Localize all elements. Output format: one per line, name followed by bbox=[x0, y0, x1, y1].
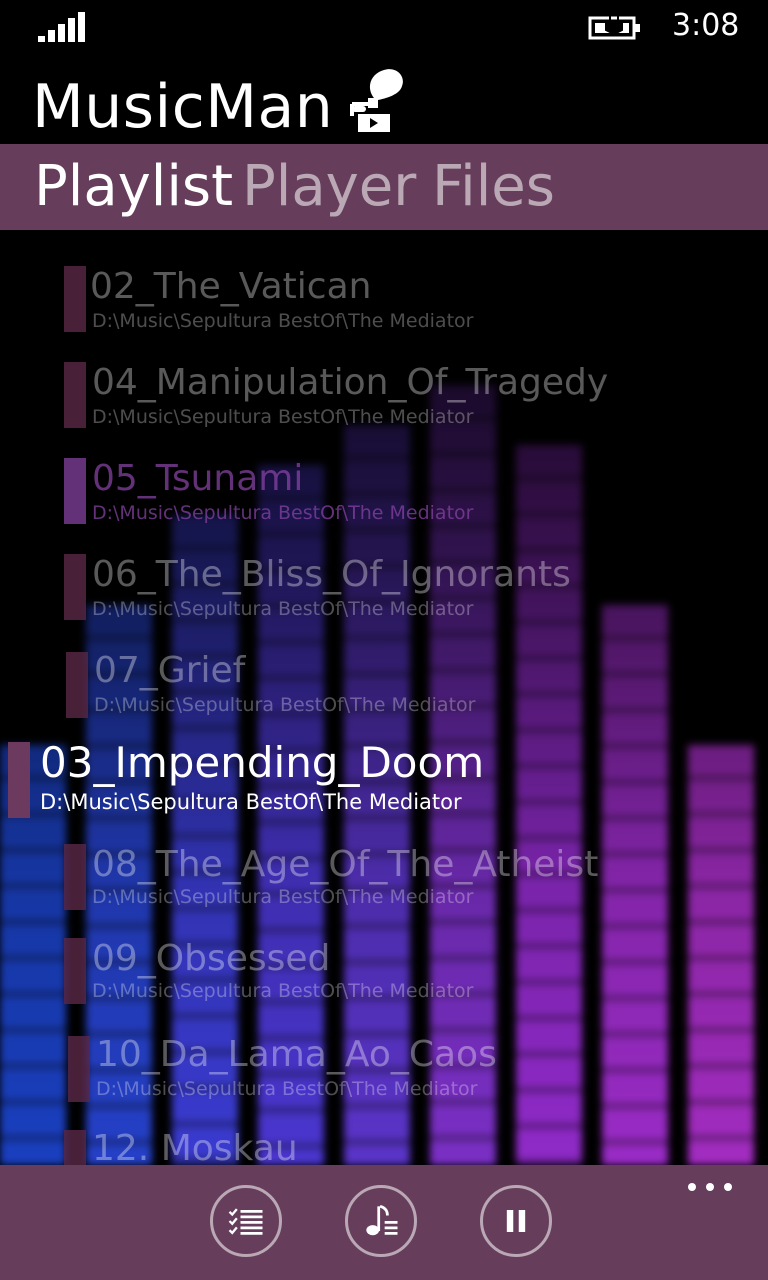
now-playing-button[interactable] bbox=[345, 1185, 417, 1257]
track-title: 07_Grief bbox=[94, 650, 246, 691]
track-marker bbox=[64, 1130, 86, 1165]
pause-icon bbox=[506, 1210, 526, 1232]
track-path: D:\Music\Sepultura BestOf\The Mediator bbox=[92, 406, 474, 428]
list-item[interactable]: 07_Grief D:\Music\Sepultura BestOf\The M… bbox=[0, 650, 768, 746]
pause-button[interactable] bbox=[480, 1185, 552, 1257]
track-path: D:\Music\Sepultura BestOf\The Mediator bbox=[40, 790, 462, 814]
status-bar: 3:08 bbox=[0, 0, 768, 56]
tab-playlist[interactable]: Playlist bbox=[34, 154, 233, 220]
list-item-current[interactable]: 03_Impending_Doom D:\Music\Sepultura Bes… bbox=[0, 738, 768, 838]
list-item[interactable]: 05_Tsunami D:\Music\Sepultura BestOf\The… bbox=[0, 458, 768, 554]
track-title: 05_Tsunami bbox=[92, 458, 304, 499]
track-path: D:\Music\Sepultura BestOf\The Mediator bbox=[92, 980, 474, 1002]
playlist: 02_The_Vatican D:\Music\Sepultura BestOf… bbox=[0, 230, 768, 1165]
track-marker bbox=[64, 266, 86, 332]
playlist-icon bbox=[228, 1208, 263, 1235]
track-path: D:\Music\Sepultura BestOf\The Mediator bbox=[96, 1078, 478, 1100]
track-path: D:\Music\Sepultura BestOf\The Mediator bbox=[92, 598, 474, 620]
list-item[interactable]: 08_The_Age_Of_The_Atheist D:\Music\Sepul… bbox=[0, 844, 768, 940]
track-title: 03_Impending_Doom bbox=[40, 738, 485, 787]
track-path: D:\Music\Sepultura BestOf\The Mediator bbox=[94, 694, 476, 716]
more-ellipsis-icon[interactable] bbox=[686, 1179, 734, 1195]
clock: 3:08 bbox=[672, 8, 740, 43]
battery-charging-icon bbox=[588, 16, 640, 40]
track-marker bbox=[64, 458, 86, 524]
app-title: MusicMan bbox=[32, 72, 334, 142]
track-marker bbox=[64, 938, 86, 1004]
current-track-marker bbox=[8, 742, 30, 818]
signal-strength-icon bbox=[38, 12, 85, 42]
pivot-header: Playlist Player Files bbox=[0, 144, 768, 230]
tab-player[interactable]: Player bbox=[242, 154, 416, 220]
track-title: 12. Moskau bbox=[92, 1128, 298, 1165]
track-title: 10_Da_Lama_Ao_Caos bbox=[96, 1034, 497, 1075]
track-marker bbox=[68, 1036, 90, 1102]
list-item[interactable]: 06_The_Bliss_Of_Ignorants D:\Music\Sepul… bbox=[0, 554, 768, 650]
application-bar bbox=[0, 1165, 768, 1280]
track-marker bbox=[64, 844, 86, 910]
track-path: D:\Music\Sepultura BestOf\The Mediator bbox=[92, 502, 474, 524]
music-note-list-icon bbox=[366, 1204, 398, 1236]
track-path: D:\Music\Sepultura BestOf\The Mediator bbox=[92, 310, 474, 332]
track-title: 04_Manipulation_Of_Tragedy bbox=[92, 362, 609, 403]
list-item[interactable]: 04_Manipulation_Of_Tragedy D:\Music\Sepu… bbox=[0, 362, 768, 458]
track-title: 09_Obsessed bbox=[92, 938, 331, 979]
track-marker bbox=[64, 362, 86, 428]
track-title: 02_The_Vatican bbox=[90, 266, 372, 307]
gramophone-icon bbox=[350, 69, 403, 132]
tab-files[interactable]: Files bbox=[432, 154, 555, 220]
list-item[interactable]: 09_Obsessed D:\Music\Sepultura BestOf\Th… bbox=[0, 938, 768, 1034]
list-item[interactable]: 10_Da_Lama_Ao_Caos D:\Music\Sepultura Be… bbox=[0, 1034, 768, 1130]
track-marker bbox=[66, 652, 88, 718]
list-item[interactable]: 02_The_Vatican D:\Music\Sepultura BestOf… bbox=[0, 266, 768, 362]
track-title: 06_The_Bliss_Of_Ignorants bbox=[92, 554, 571, 595]
track-title: 08_The_Age_Of_The_Atheist bbox=[92, 844, 599, 885]
track-marker bbox=[64, 554, 86, 620]
track-path: D:\Music\Sepultura BestOf\The Mediator bbox=[92, 886, 474, 908]
list-item[interactable]: 12. Moskau bbox=[0, 1128, 768, 1165]
playlist-button[interactable] bbox=[210, 1185, 282, 1257]
